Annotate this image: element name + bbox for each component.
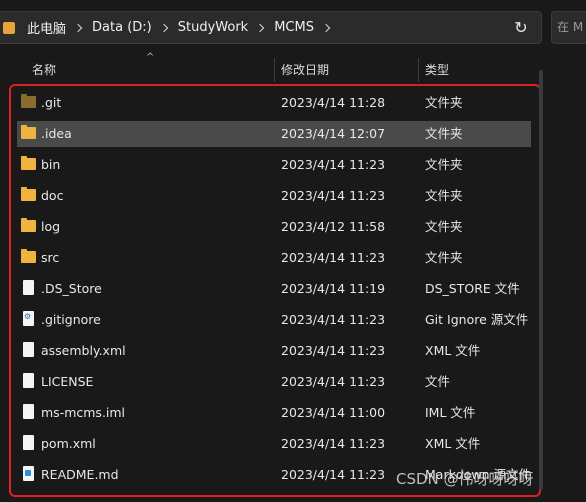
breadcrumb-item[interactable]: 此电脑 — [27, 18, 92, 37]
column-divider[interactable] — [418, 58, 419, 82]
file-type: IML 文件 — [425, 405, 476, 420]
breadcrumb-item[interactable]: MCMS — [274, 20, 340, 35]
file-type: 文件夹 — [425, 219, 463, 234]
list-item[interactable]: ms-mcms.iml 2023/4/14 11:00 IML 文件 — [17, 400, 531, 426]
list-item[interactable]: doc 2023/4/14 11:23 文件夹 — [17, 183, 531, 209]
list-item[interactable]: src 2023/4/14 11:23 文件夹 — [17, 245, 531, 271]
file-type: 文件夹 — [425, 95, 463, 110]
file-name: pom.xml — [41, 436, 96, 451]
file-name: ms-mcms.iml — [41, 405, 126, 420]
file-type: XML 文件 — [425, 343, 481, 358]
column-type-header[interactable]: 类型 — [425, 56, 449, 84]
column-header: ^ 名称 修改日期 类型 — [0, 52, 540, 84]
file-date: 2023/4/14 11:23 — [281, 467, 386, 482]
chevron-right-icon — [255, 23, 265, 32]
list-item[interactable]: LICENSE 2023/4/14 11:23 文件 — [17, 369, 531, 395]
file-type: 文件夹 — [425, 250, 463, 265]
file-name: .DS_Store — [41, 281, 102, 296]
list-item[interactable]: .git 2023/4/14 11:28 文件夹 — [17, 90, 531, 116]
file-name: doc — [41, 188, 64, 203]
column-name-header[interactable]: 名称 — [32, 56, 56, 84]
chevron-right-icon — [73, 23, 83, 32]
file-type: XML 文件 — [425, 436, 481, 451]
file-name: .git — [41, 95, 62, 110]
breadcrumb-item[interactable]: StudyWork — [178, 20, 274, 35]
file-date: 2023/4/14 11:00 — [281, 405, 386, 420]
list-item[interactable]: .gitignore 2023/4/14 11:23 Git Ignore 源文… — [17, 307, 531, 333]
file-name: .idea — [41, 126, 72, 141]
file-date: 2023/4/14 11:23 — [281, 157, 386, 172]
file-type: 文件夹 — [425, 157, 463, 172]
vertical-scrollbar[interactable] — [539, 70, 543, 490]
file-date: 2023/4/14 11:23 — [281, 436, 386, 451]
file-date: 2023/4/12 11:58 — [281, 219, 386, 234]
breadcrumb-item[interactable]: Data (D:) — [92, 20, 178, 35]
refresh-icon: ↻ — [514, 18, 528, 37]
file-type: DS_STORE 文件 — [425, 281, 520, 296]
file-name: log — [41, 219, 61, 234]
file-name: LICENSE — [41, 374, 94, 389]
file-date: 2023/4/14 11:19 — [281, 281, 386, 296]
file-type: 文件夹 — [425, 126, 463, 141]
list-item[interactable]: assembly.xml 2023/4/14 11:23 XML 文件 — [17, 338, 531, 364]
column-divider[interactable] — [274, 58, 275, 82]
watermark: CSDN @伟呀呀呀呀 — [396, 470, 534, 488]
refresh-button[interactable]: ↻ — [510, 18, 532, 38]
list-item[interactable]: bin 2023/4/14 11:23 文件夹 — [17, 152, 531, 178]
file-name: src — [41, 250, 60, 265]
file-date: 2023/4/14 11:23 — [281, 374, 386, 389]
folder-icon — [3, 21, 15, 34]
file-date: 2023/4/14 11:23 — [281, 312, 386, 327]
address-bar[interactable]: 此电脑 Data (D:) StudyWork MCMS — [0, 11, 542, 44]
file-name: .gitignore — [41, 312, 101, 327]
list-item[interactable]: pom.xml 2023/4/14 11:23 XML 文件 — [17, 431, 531, 457]
list-item[interactable]: .DS_Store 2023/4/14 11:19 DS_STORE 文件 — [17, 276, 531, 302]
file-name: README.md — [41, 467, 119, 482]
file-type: Git Ignore 源文件 — [425, 312, 529, 327]
file-date: 2023/4/14 11:23 — [281, 188, 386, 203]
file-date: 2023/4/14 11:23 — [281, 250, 386, 265]
list-item[interactable]: .idea 2023/4/14 12:07 文件夹 — [17, 121, 531, 147]
file-date: 2023/4/14 11:28 — [281, 95, 386, 110]
chevron-right-icon — [159, 23, 168, 32]
search-input[interactable]: 在 M — [551, 11, 586, 44]
file-type: 文件 — [425, 374, 451, 389]
column-date-header[interactable]: 修改日期 — [281, 56, 329, 84]
file-date: 2023/4/14 11:23 — [281, 343, 386, 358]
file-list: .git 2023/4/14 11:28 文件夹 .idea 2023/4/14… — [0, 87, 540, 502]
file-name: bin — [41, 157, 61, 172]
address-row: 此电脑 Data (D:) StudyWork MCMS ↻ 在 M — [0, 0, 586, 56]
chevron-right-icon — [321, 23, 331, 32]
file-name: assembly.xml — [41, 343, 126, 358]
sort-ascending-icon: ^ — [146, 52, 155, 63]
list-item[interactable]: log 2023/4/12 11:58 文件夹 — [17, 214, 531, 240]
file-type: 文件夹 — [425, 188, 463, 203]
file-date: 2023/4/14 12:07 — [281, 126, 386, 141]
